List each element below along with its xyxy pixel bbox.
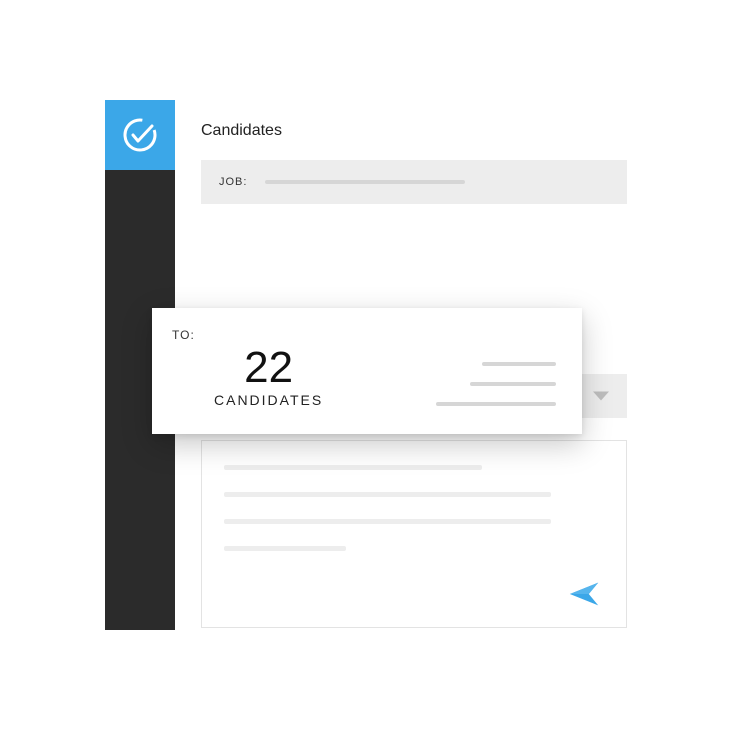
recipient-lines — [436, 362, 556, 408]
recipient-count-block: 22 CANDIDATES — [214, 346, 323, 408]
to-label: TO: — [172, 328, 556, 342]
to-popover: TO: 22 CANDIDATES — [152, 308, 582, 434]
page-title: Candidates — [201, 122, 627, 140]
editor-line-placeholder — [224, 465, 482, 470]
message-editor[interactable] — [201, 440, 627, 628]
recipient-count-label: CANDIDATES — [214, 392, 323, 408]
send-icon — [568, 577, 602, 611]
app-logo[interactable] — [105, 100, 175, 170]
checkmark-circle-icon — [120, 115, 160, 155]
job-value-placeholder — [265, 180, 465, 184]
recipient-line-placeholder — [470, 382, 556, 386]
editor-line-placeholder — [224, 519, 551, 524]
editor-line-placeholder — [224, 546, 346, 551]
chevron-down-icon — [593, 392, 609, 401]
job-label: JOB: — [219, 176, 247, 188]
recipient-line-placeholder — [436, 402, 556, 406]
to-body: 22 CANDIDATES — [172, 346, 556, 408]
editor-line-placeholder — [224, 492, 551, 497]
job-field[interactable]: JOB: — [201, 160, 627, 204]
recipient-line-placeholder — [482, 362, 556, 366]
send-button[interactable] — [566, 575, 604, 613]
recipient-count: 22 — [214, 346, 323, 390]
